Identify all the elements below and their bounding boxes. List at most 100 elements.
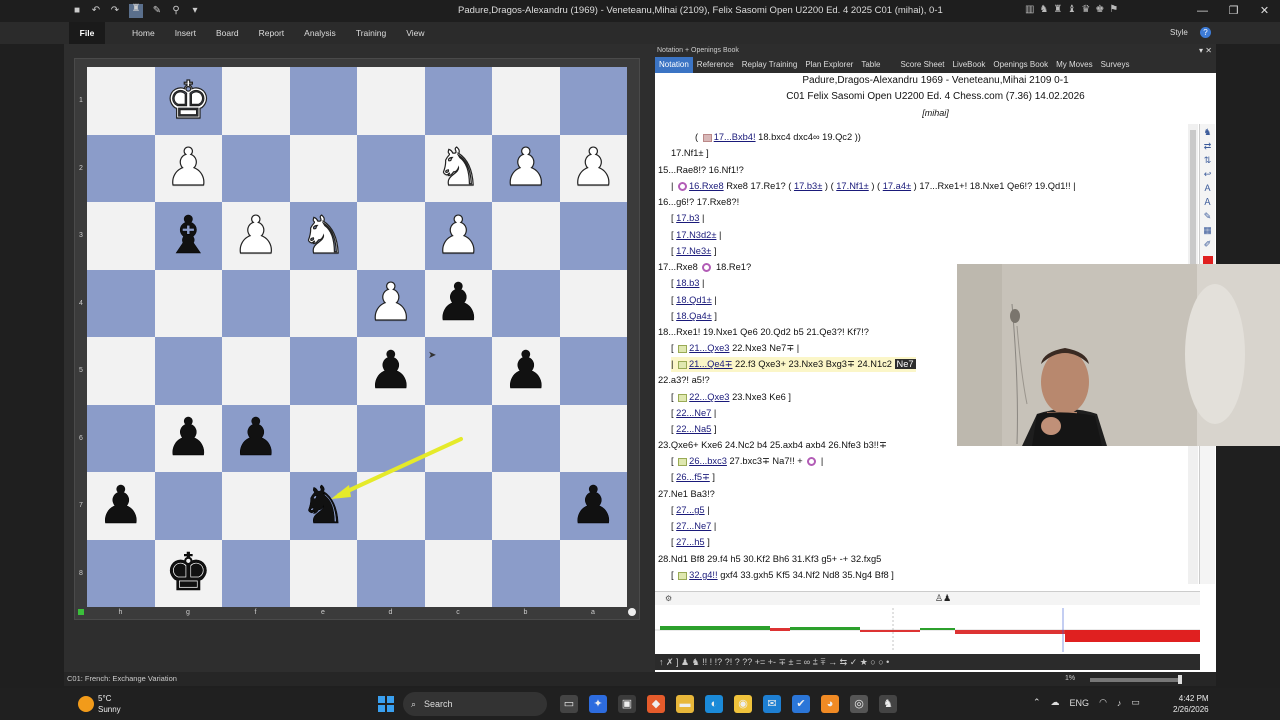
- square-g8[interactable]: ♚: [154, 539, 222, 607]
- move-line[interactable]: 17...Rxe8 18.Re1?: [658, 260, 751, 275]
- volume-icon[interactable]: ♪: [1117, 698, 1122, 708]
- tool-icon[interactable]: ✐: [1202, 238, 1214, 250]
- tool-icon[interactable]: ⇅: [1202, 154, 1214, 166]
- square-a1[interactable]: [559, 67, 627, 135]
- variation-line[interactable]: [ 21...Qxe3 22.Nxe3 Ne7∓ |: [671, 341, 799, 356]
- weather-temperature[interactable]: 5°C: [98, 694, 111, 703]
- square-e2[interactable]: [289, 134, 357, 202]
- square-h1[interactable]: [87, 67, 155, 135]
- variation-line[interactable]: [ 17.Ne3± ]: [671, 244, 716, 259]
- square-e8[interactable]: [289, 539, 357, 607]
- tab-board[interactable]: Board: [206, 22, 249, 44]
- style-menu[interactable]: Style: [1170, 28, 1188, 37]
- graph-settings-icon[interactable]: ⚙: [665, 594, 672, 603]
- square-e6[interactable]: [289, 404, 357, 472]
- square-g2[interactable]: ♟: [154, 134, 222, 202]
- move-line[interactable]: 23.Qxe6+ Kxe6 24.Nc2 b4 25.axb4 axb4 26.…: [658, 438, 887, 453]
- tab-view[interactable]: View: [396, 22, 434, 44]
- tab-table[interactable]: Table: [857, 57, 884, 73]
- zoom-slider[interactable]: [1090, 678, 1182, 682]
- maximize-icon[interactable]: ❐: [1218, 0, 1249, 22]
- black-knight-piece[interactable]: ♞: [300, 480, 347, 533]
- square-g5[interactable]: [154, 337, 222, 405]
- square-f3[interactable]: ♟: [222, 202, 290, 270]
- language-indicator[interactable]: ENG: [1070, 698, 1090, 708]
- undo-icon[interactable]: ↶: [91, 6, 101, 16]
- square-a8[interactable]: [559, 539, 627, 607]
- annotation-toolbar[interactable]: ↑ ✗ ] ♟ ♞ !! ! !? ?! ? ?? += +- ∓ ± = ∞ …: [655, 654, 1200, 670]
- tool-icon[interactable]: ▦: [1202, 224, 1214, 236]
- square-h3[interactable]: [87, 202, 155, 270]
- chrome-icon[interactable]: ◉: [734, 695, 752, 713]
- variation-line[interactable]: [ 27...h5 ]: [671, 535, 710, 550]
- square-c2[interactable]: ♞: [424, 134, 492, 202]
- square-e4[interactable]: [289, 269, 357, 337]
- black-king-piece[interactable]: ♚: [165, 547, 212, 600]
- pin-icon[interactable]: ⚲: [171, 6, 181, 16]
- tool-icon[interactable]: ♚: [1095, 4, 1104, 15]
- taskbar-search[interactable]: ⌕ Search: [403, 692, 547, 716]
- square-f8[interactable]: [222, 539, 290, 607]
- square-e1[interactable]: [289, 67, 357, 135]
- variation-line[interactable]: | 16.Rxe8 Rxe8 17.Re1? ( 17.b3± ) ( 17.N…: [671, 179, 1076, 194]
- square-a2[interactable]: ♟: [559, 134, 627, 202]
- dropdown-icon[interactable]: ▾: [190, 6, 200, 16]
- tool-icon[interactable]: ⚑: [1109, 4, 1118, 15]
- black-pawn-piece[interactable]: ♟: [570, 480, 617, 533]
- square-g7[interactable]: [154, 472, 222, 540]
- copilot-icon[interactable]: ✦: [589, 695, 607, 713]
- variation-line[interactable]: [ 32.g4!! gxf4 33.gxh5 Kf5 34.Nf2 Nd8 35…: [671, 568, 894, 583]
- black-bishop-piece[interactable]: ♝: [165, 210, 212, 263]
- tab-insert[interactable]: Insert: [165, 22, 206, 44]
- black-pawn-piece[interactable]: ♟: [502, 345, 549, 398]
- white-knight-piece[interactable]: ♞: [299, 209, 347, 262]
- square-f4[interactable]: [222, 269, 290, 337]
- square-f6[interactable]: ♟: [222, 404, 290, 472]
- variation-line[interactable]: [ 17.b3 |: [671, 211, 704, 226]
- square-h8[interactable]: [87, 539, 155, 607]
- tab-surveys[interactable]: Surveys: [1097, 57, 1134, 73]
- tab-replay-training[interactable]: Replay Training: [738, 57, 802, 73]
- square-c5[interactable]: [424, 337, 492, 405]
- tab-openings-book[interactable]: Openings Book: [989, 57, 1052, 73]
- square-b5[interactable]: ♟: [492, 337, 560, 405]
- help-icon[interactable]: ?: [1200, 27, 1211, 38]
- tab-reference[interactable]: Reference: [693, 57, 738, 73]
- move-line[interactable]: 16...g6!? 17.Rxe8?!: [658, 195, 739, 210]
- square-h5[interactable]: [87, 337, 155, 405]
- weather-icon[interactable]: [78, 696, 94, 712]
- square-c8[interactable]: [424, 539, 492, 607]
- variation-line[interactable]: [ 27...Ne7 |: [671, 519, 716, 534]
- tool-icon[interactable]: ♝: [1067, 4, 1076, 15]
- black-pawn-piece[interactable]: ♟: [97, 480, 144, 533]
- tool-icon[interactable]: ♜: [1053, 4, 1062, 15]
- board-corner-handle[interactable]: [628, 608, 636, 616]
- tab-score-sheet[interactable]: Score Sheet: [896, 57, 948, 73]
- square-b2[interactable]: ♟: [492, 134, 560, 202]
- square-d3[interactable]: [357, 202, 425, 270]
- square-d2[interactable]: [357, 134, 425, 202]
- save-icon[interactable]: ■: [72, 6, 82, 16]
- square-b7[interactable]: [492, 472, 560, 540]
- tab-analysis[interactable]: Analysis: [294, 22, 346, 44]
- square-f7[interactable]: [222, 472, 290, 540]
- square-c4[interactable]: ♟: [424, 269, 492, 337]
- tab-plan-explorer[interactable]: Plan Explorer: [801, 57, 857, 73]
- tab-training[interactable]: Training: [346, 22, 396, 44]
- black-pawn-piece[interactable]: ♟: [435, 277, 482, 330]
- square-b4[interactable]: [492, 269, 560, 337]
- obs-icon[interactable]: ◎: [850, 695, 868, 713]
- store-icon[interactable]: ▣: [618, 695, 636, 713]
- variation-line[interactable]: [ 22...Ne7 |: [671, 406, 716, 421]
- white-pawn-piece[interactable]: ♟: [502, 142, 550, 195]
- square-a3[interactable]: [559, 202, 627, 270]
- edge-icon[interactable]: ◐: [705, 695, 723, 713]
- tool-icon[interactable]: ▥: [1025, 4, 1034, 15]
- tab-home[interactable]: Home: [122, 22, 165, 44]
- tool-icon[interactable]: A: [1202, 182, 1214, 194]
- square-b6[interactable]: [492, 404, 560, 472]
- tool-icon[interactable]: ↩: [1202, 168, 1214, 180]
- cloud-icon[interactable]: ☁: [1051, 697, 1060, 708]
- firefox-icon[interactable]: ◕: [821, 695, 839, 713]
- white-pawn-piece[interactable]: ♟: [232, 209, 280, 262]
